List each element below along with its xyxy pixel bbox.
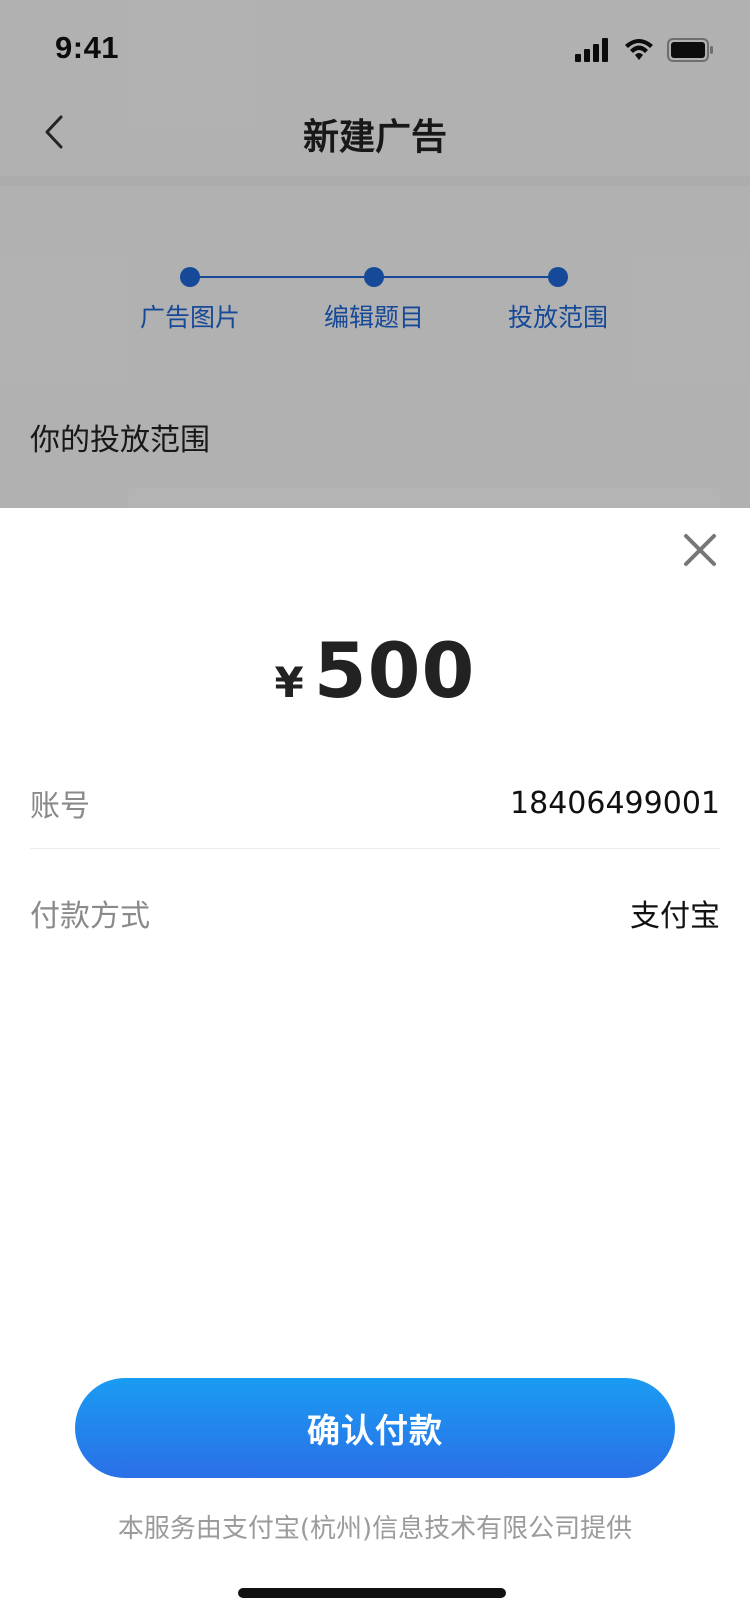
service-provider-note: 本服务由支付宝(杭州)信息技术有限公司提供	[117, 1514, 633, 1544]
payment-method-row[interactable]: 付款方式 支付宝	[30, 868, 720, 958]
modal-overlay[interactable]	[0, 0, 750, 508]
close-icon	[684, 534, 716, 566]
account-row: 账号 18406499001	[30, 758, 720, 849]
payment-sheet: ¥500 账号 18406499001 付款方式 支付宝 确认付款 本服务由支付…	[0, 508, 750, 1624]
payment-method-value: 支付宝	[630, 899, 720, 934]
currency-symbol: ¥	[274, 658, 304, 707]
payment-amount: ¥500	[0, 626, 750, 715]
close-button[interactable]	[678, 528, 722, 572]
home-indicator	[238, 1588, 506, 1598]
account-label: 账号	[30, 789, 90, 824]
amount-value: 500	[313, 626, 476, 715]
account-value: 18406499001	[510, 785, 720, 821]
payment-method-label: 付款方式	[30, 899, 150, 934]
confirm-payment-button[interactable]: 确认付款	[75, 1378, 675, 1478]
